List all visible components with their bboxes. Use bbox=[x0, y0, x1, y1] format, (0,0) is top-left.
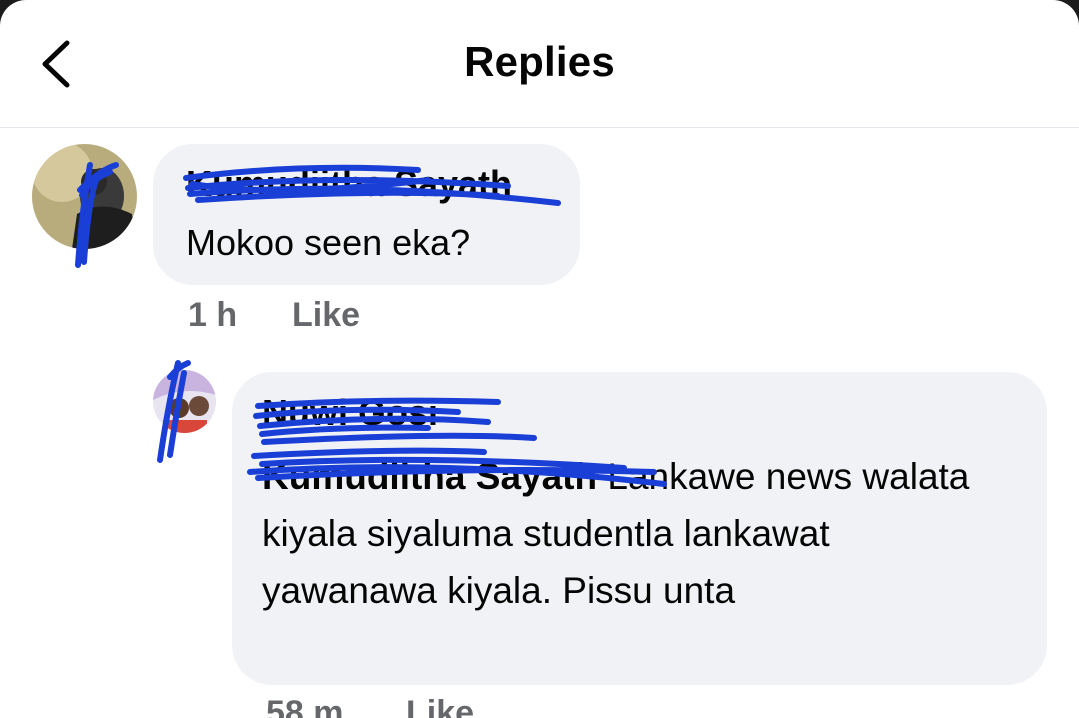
avatar[interactable] bbox=[32, 144, 137, 249]
avatar-photo bbox=[153, 370, 216, 433]
page-title: Replies bbox=[464, 38, 615, 85]
comment-text: Kumudiitha Sayath Lankawe news walata ki… bbox=[262, 448, 982, 619]
comment-author-name[interactable]: Nuwi Gosi bbox=[262, 392, 438, 434]
comment-text: Mokoo seen eka? bbox=[186, 222, 471, 263]
avatar[interactable] bbox=[153, 370, 216, 433]
comment-timestamp: 1 h bbox=[188, 296, 238, 334]
like-button[interactable]: Like bbox=[406, 694, 474, 718]
avatar-photo bbox=[32, 144, 137, 249]
mention-link[interactable]: Kumudiitha Sayath bbox=[262, 456, 597, 497]
replies-screen: Replies Kumudiitha Sayath Mokoo seen eka… bbox=[0, 0, 1079, 718]
header-bar: Replies bbox=[0, 0, 1079, 128]
comment-author-name[interactable]: Kumudiitha Sayath bbox=[186, 163, 512, 205]
comment-timestamp: 58 m bbox=[266, 694, 344, 718]
like-button[interactable]: Like bbox=[292, 296, 360, 335]
